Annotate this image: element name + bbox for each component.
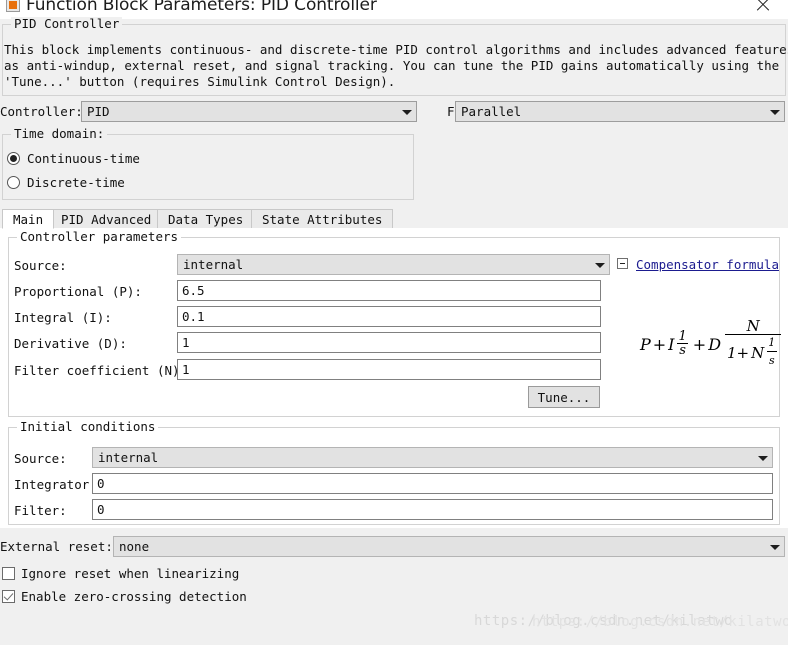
radio-continuous-time[interactable]: Continuous-time — [7, 151, 140, 166]
formula-token-one-b: 1 — [768, 336, 776, 349]
tab-bar: Main PID Advanced Data Types State Attri… — [0, 209, 788, 229]
description-line-1: This block implements continuous- and di… — [4, 42, 788, 57]
tab-main[interactable]: Main — [2, 209, 55, 229]
checkbox-enable-zero-crossing-detection[interactable]: Enable zero-crossing detection — [2, 589, 247, 604]
checkbox-zero-crossing-label: Enable zero-crossing detection — [21, 589, 247, 604]
formula-fraction-filter: N 1+ N 1 s — [725, 317, 782, 370]
external-reset-dropdown-value: none — [119, 539, 150, 554]
radio-discrete-time[interactable]: Discrete-time — [7, 175, 125, 190]
radio-continuous-time-indicator — [7, 152, 20, 165]
formula-token-one-a: 1 — [678, 329, 687, 344]
ic-source-dropdown[interactable]: internal — [92, 447, 773, 468]
formula-token-n-numerator: N — [746, 317, 760, 335]
tab-state-attributes-label: State Attributes — [262, 211, 383, 227]
cp-source-dropdown-value: internal — [183, 257, 244, 272]
controller-dropdown-value: PID — [87, 104, 110, 119]
watermark-url-duplicate: https://blog.csdn.net/kilatwo — [532, 614, 788, 630]
chevron-down-icon — [768, 537, 784, 556]
formula-token-plus-1: + — [652, 334, 667, 354]
tune-button[interactable]: Tune... — [528, 386, 600, 408]
formula-denominator: 1+ N 1 s — [725, 334, 782, 370]
simulink-block-icon — [6, 0, 20, 12]
form-dropdown[interactable]: Parallel — [455, 101, 785, 122]
integrator-label: Integrator: — [14, 477, 97, 492]
formula-token-n-denominator: N — [751, 343, 765, 362]
ic-source-dropdown-value: internal — [98, 450, 159, 465]
chevron-down-icon — [768, 102, 784, 121]
chevron-down-icon — [400, 102, 416, 121]
tab-main-label: Main — [13, 211, 44, 227]
formula-token-i: I — [668, 334, 675, 354]
formula-token-p: P — [640, 334, 651, 354]
integral-input[interactable]: 0.1 — [177, 306, 601, 327]
close-icon[interactable] — [752, 0, 774, 16]
filter-label: Filter: — [14, 503, 67, 518]
tab-pid-advanced-label: PID Advanced — [61, 211, 152, 227]
description-line-2: as anti-windup, external reset, and sign… — [4, 58, 780, 73]
proportional-input[interactable]: 6.5 — [177, 280, 601, 301]
filter-input[interactable]: 0 — [92, 499, 773, 520]
tab-data-types[interactable]: Data Types — [157, 209, 255, 229]
filter-coefficient-input[interactable]: 1 — [177, 359, 601, 380]
radio-continuous-time-label: Continuous-time — [27, 151, 140, 166]
tab-data-types-label: Data Types — [168, 211, 244, 227]
pid-controller-dialog: Function Block Parameters: PID Controlle… — [0, 0, 788, 645]
derivative-input[interactable]: 1 — [177, 332, 601, 353]
compensator-formula: P + I 1 s + D N 1+ N 1 s — [640, 318, 783, 370]
tab-state-attributes[interactable]: State Attributes — [251, 209, 394, 229]
external-reset-dropdown[interactable]: none — [113, 536, 785, 557]
ic-source-label: Source: — [14, 451, 67, 466]
checkbox-ignore-reset-indicator — [2, 567, 15, 580]
form-dropdown-value: Parallel — [461, 104, 522, 119]
formula-token-one-plus: 1+ — [727, 343, 750, 362]
cp-source-dropdown[interactable]: internal — [177, 254, 610, 275]
chevron-down-icon — [756, 448, 772, 467]
integral-label: Integral (I): — [14, 310, 112, 325]
radio-discrete-time-indicator — [7, 176, 20, 189]
radio-discrete-time-label: Discrete-time — [27, 175, 125, 190]
checkbox-zero-crossing-indicator — [2, 590, 15, 603]
controller-dropdown[interactable]: PID — [81, 101, 417, 122]
controller-label: Controller: — [0, 104, 83, 119]
integrator-input[interactable]: 0 — [92, 473, 773, 494]
checkbox-ignore-reset-label: Ignore reset when linearizing — [21, 566, 240, 581]
formula-nested-fraction: 1 s — [766, 335, 777, 370]
time-domain-group: Time domain: — [2, 127, 414, 200]
cp-source-label: Source: — [14, 258, 67, 273]
watermark-url: https://blog.csdn.net/kilatwo — [474, 613, 733, 629]
formula-token-s-b: s — [766, 351, 777, 370]
block-description-group-label: PID Controller — [11, 17, 123, 31]
window-title: Function Block Parameters: PID Controlle… — [26, 0, 377, 15]
formula-token-plus-2: + — [692, 334, 707, 354]
compensator-expander-icon[interactable] — [617, 258, 628, 269]
description-line-3: 'Tune...' button (requires Simulink Cont… — [4, 74, 396, 89]
initial-conditions-group-label: Initial conditions — [17, 420, 159, 434]
filter-coefficient-label: Filter coefficient (N): — [14, 363, 188, 378]
formula-token-s-a: s — [677, 343, 688, 358]
proportional-label: Proportional (P): — [14, 284, 142, 299]
external-reset-label: External reset: — [0, 539, 113, 554]
compensator-formula-link[interactable]: Compensator formula — [636, 257, 779, 272]
block-description-text: This block implements continuous- and di… — [4, 42, 788, 90]
derivative-label: Derivative (D): — [14, 336, 127, 351]
checkbox-ignore-reset-when-linearizing[interactable]: Ignore reset when linearizing — [2, 566, 239, 581]
controller-parameters-group-label: Controller parameters — [17, 230, 182, 244]
chevron-down-icon — [593, 255, 609, 274]
formula-token-d: D — [708, 334, 722, 354]
formula-fraction-1-over-s: 1 s — [677, 329, 689, 358]
time-domain-group-label: Time domain: — [11, 127, 108, 141]
tab-pid-advanced[interactable]: PID Advanced — [50, 209, 163, 229]
